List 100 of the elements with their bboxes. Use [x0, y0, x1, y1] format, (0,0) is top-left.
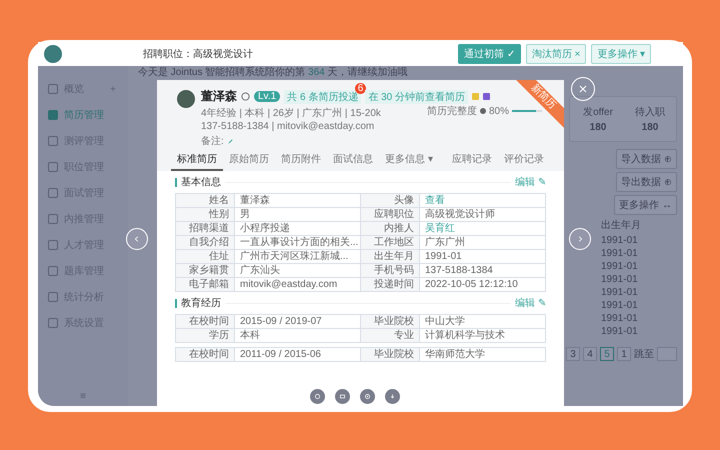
circle-icon — [314, 393, 321, 400]
jump-label: 跳至 — [634, 348, 654, 361]
completeness-label: 简历完整度 — [426, 104, 477, 118]
count-badge: 6 — [354, 82, 366, 94]
field-value: 华南师范大学 — [420, 348, 546, 362]
tab[interactable]: 评价记录 — [498, 149, 550, 171]
field-label: 出生年月 — [360, 250, 420, 264]
action-button[interactable]: 更多操作 ▾ — [591, 44, 652, 64]
table-cell-text: 1991-01 — [601, 299, 639, 312]
table-cell-text: 1991-01 — [601, 247, 639, 260]
column-header: 出生年月 — [601, 218, 642, 233]
previous-button[interactable] — [126, 228, 148, 250]
page-button[interactable]: 3 — [566, 347, 580, 361]
field-value: 男 — [234, 208, 360, 222]
candidate-info: 4年经验 | 本科 | 26岁 | 广东广州 | 15-20k — [201, 106, 381, 120]
table-cell-text: 1991-01 — [601, 286, 639, 299]
print-icon — [339, 393, 346, 400]
field-label: 毕业院校 — [360, 314, 420, 328]
field-label: 学历 — [176, 328, 234, 342]
field-value: 中山大学 — [420, 314, 546, 328]
field-label: 在校时间 — [176, 348, 234, 362]
field-label: 毕业院校 — [360, 348, 420, 362]
job-title: 招聘职位：高级视觉设计 — [143, 48, 253, 61]
field-label: 电子邮箱 — [176, 278, 234, 292]
user-avatar[interactable] — [44, 45, 62, 63]
field-label: 在校时间 — [176, 314, 234, 328]
field-label: 住址 — [176, 250, 234, 264]
tab[interactable]: 简历附件 — [275, 149, 327, 171]
field-value: 董泽森 — [234, 194, 360, 208]
field-value: 137-5188-1384 — [420, 264, 546, 278]
table-cell-text: 1991-01 — [601, 273, 639, 286]
field-value: 高级视觉设计师 — [420, 208, 546, 222]
page-button[interactable]: 4 — [583, 347, 597, 361]
table-cell-text: 1991-01 — [601, 312, 639, 325]
avatar-placeholder — [177, 90, 195, 108]
field-label: 专业 — [360, 328, 420, 342]
tab[interactable]: 标准简历 — [171, 149, 223, 171]
field-value: 广州市天河区珠江新城... — [234, 250, 360, 264]
completeness-reading: 80% — [488, 106, 509, 116]
field-label: 投递时间 — [360, 278, 420, 292]
candidate-name: 董泽森 — [201, 88, 237, 105]
edit-link[interactable]: 编辑 ✎ — [515, 175, 546, 189]
field-label: 性别 — [176, 208, 234, 222]
field-value: 小程序投递 — [234, 222, 360, 236]
field-value: 一直从事设计方面的相关... — [234, 236, 360, 250]
tab[interactable]: 原始简历 — [223, 149, 275, 171]
tab[interactable]: 面试信息 — [327, 149, 379, 171]
candidate-contact: 137-5188-1384 | mitovik@eastday.com — [201, 121, 374, 132]
field-value: 广东汕头 — [234, 264, 360, 278]
field-label: 内推人 — [360, 222, 420, 236]
chevron-right-icon — [576, 235, 584, 243]
help-icon[interactable] — [480, 108, 486, 114]
action-button[interactable]: 通过初筛 ✓ — [458, 44, 521, 64]
greeting-text: 今天是 Jointus 智能招聘系统陪你的第 364 天，请继续加油哦 — [138, 67, 408, 79]
field-label: 头像 — [360, 194, 420, 208]
sidebar-item[interactable]: 简历管理 — [38, 102, 128, 128]
page-button[interactable]: 5 — [600, 347, 614, 361]
field-label: 自我介绍 — [176, 236, 234, 250]
table-cell-text: 1991-01 — [601, 325, 639, 338]
field-label: 家乡籍贯 — [176, 264, 234, 278]
stat-value: 180 — [642, 122, 658, 133]
page-button[interactable]: 1 — [617, 347, 631, 361]
collapse-button[interactable]: ≡ — [80, 391, 86, 402]
field-value: 2015-09 / 2019-07 — [234, 314, 360, 328]
edit-icon[interactable] — [226, 138, 234, 144]
field-value: 计算机科学与技术 — [420, 328, 546, 342]
table-cell-text: 1991-01 — [601, 234, 639, 247]
section-title: 教育经历 — [181, 296, 221, 310]
field-link[interactable]: 吴育红 — [420, 222, 546, 236]
field-label: 工作地区 — [360, 236, 420, 250]
section-title: 基本信息 — [181, 176, 221, 189]
field-label: 姓名 — [176, 194, 234, 208]
tab[interactable]: 更多信息 ▾ — [379, 149, 439, 171]
tab[interactable]: 应聘记录 — [446, 149, 498, 171]
field-label: 应聘职位 — [360, 208, 420, 222]
action-button[interactable]: 淘汰简历 × — [526, 44, 586, 64]
next-button[interactable] — [569, 228, 591, 250]
field-value: mitovik@eastday.com — [234, 278, 360, 292]
field-link[interactable]: 查看 — [420, 194, 546, 208]
remark-label: 备注: — [201, 134, 224, 148]
action-button[interactable]: 导出数据 ⊕ — [616, 172, 677, 192]
field-value: 2011-09 / 2015-06 — [234, 348, 360, 362]
chevron-left-icon — [133, 235, 141, 243]
action-button[interactable]: 导入数据 ⊕ — [616, 149, 677, 169]
table-cell-text: 1991-01 — [601, 260, 639, 273]
download-icon — [389, 393, 396, 400]
field-value: 1991-01 — [420, 250, 546, 264]
action-button[interactable]: 更多操作 ↔ — [614, 195, 677, 215]
close-button[interactable] — [571, 77, 595, 101]
field-label: 招聘渠道 — [176, 222, 234, 236]
edit-link[interactable]: 编辑 ✎ — [515, 296, 546, 310]
field-value: 2022-10-05 12:12:10 — [420, 278, 546, 292]
close-icon — [578, 84, 588, 94]
stat-label: 发offer — [583, 106, 613, 119]
field-value: 本科 — [234, 328, 360, 342]
info-tag: 在 30 分钟前查看简历 — [365, 90, 468, 104]
stat-label: 待入职 — [635, 106, 665, 119]
page-input[interactable] — [657, 347, 677, 361]
stat-value: 180 — [590, 122, 606, 133]
level-badge: Lv.1 — [254, 91, 280, 102]
